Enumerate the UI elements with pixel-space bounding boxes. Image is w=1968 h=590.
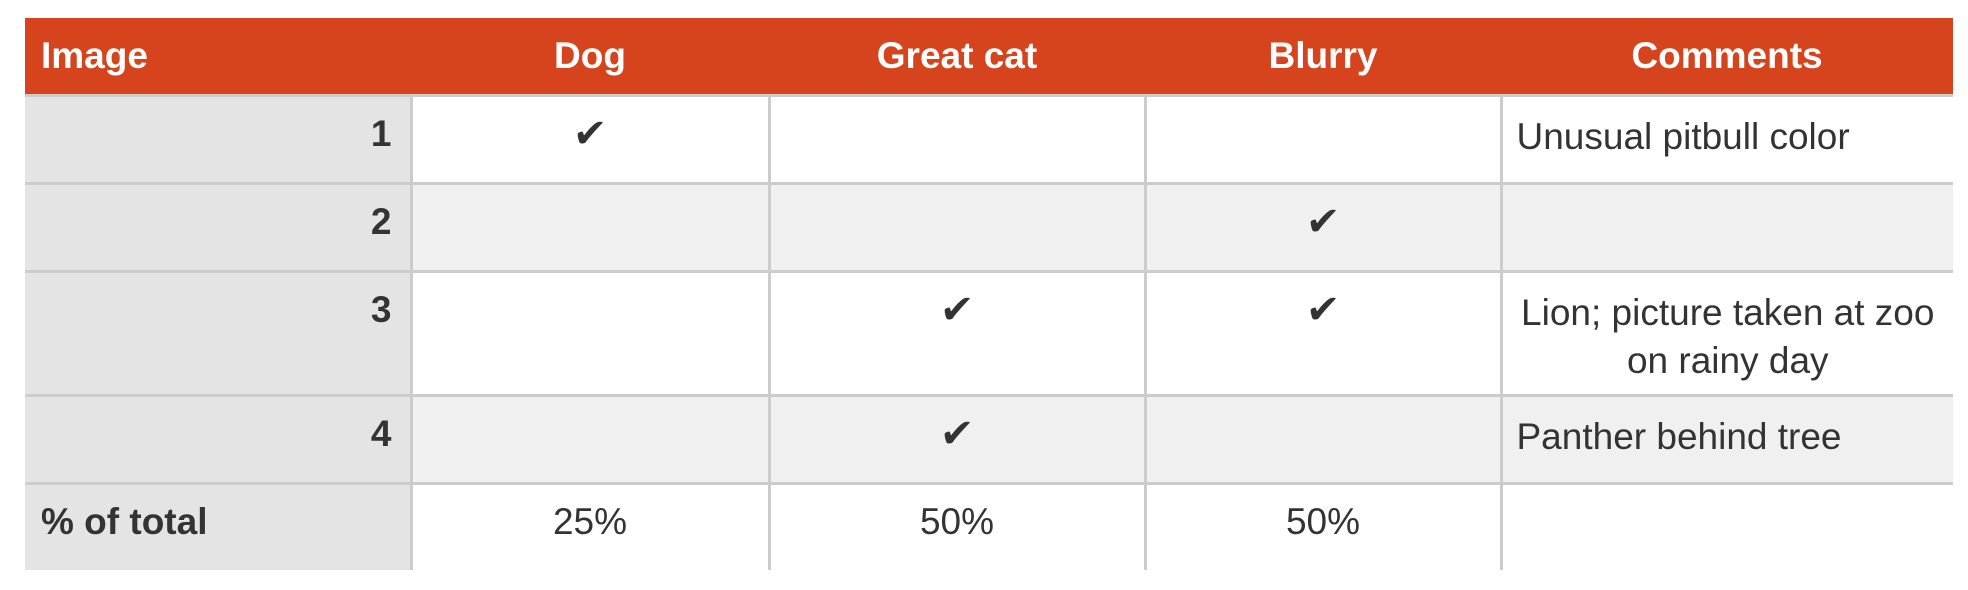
table-row: 4 ✔ Panther behind tree	[25, 394, 1953, 484]
blurry-cell	[1143, 394, 1501, 484]
dog-cell	[409, 270, 769, 396]
row-label: 2	[25, 182, 411, 272]
checkmark-icon: ✔	[938, 288, 976, 332]
row-label: 4	[25, 394, 411, 484]
comment-cell: Panther behind tree	[1499, 394, 1953, 484]
checkmark-icon: ✔	[1304, 200, 1342, 244]
total-row: % of total 25% 50% 50%	[25, 482, 1953, 570]
blurry-cell: ✔	[1143, 182, 1501, 272]
row-label: 3	[25, 270, 411, 396]
row-label: 1	[25, 94, 411, 184]
checkmark-icon: ✔	[1304, 288, 1342, 332]
column-header-comments: Comments	[1631, 35, 1823, 76]
results-table: Image Dog Great cat Blurry Comments 1 ✔ …	[25, 18, 1953, 570]
great-cat-percent: 50%	[767, 482, 1145, 570]
header-row: Image Dog Great cat Blurry Comments	[25, 18, 1953, 96]
comment-cell: Lion; picture taken at zoo on rainy day	[1499, 270, 1953, 396]
comment-cell	[1499, 482, 1953, 570]
comment-cell: Unusual pitbull color	[1499, 94, 1953, 184]
checkmark-icon: ✔	[571, 112, 609, 156]
blurry-percent: 50%	[1143, 482, 1501, 570]
dog-cell: ✔	[409, 94, 769, 184]
great-cat-cell	[767, 94, 1145, 184]
blurry-cell: ✔	[1143, 270, 1501, 396]
column-header-image: Image	[41, 35, 148, 76]
great-cat-cell: ✔	[767, 270, 1145, 396]
column-header-dog: Dog	[554, 35, 626, 76]
blurry-cell	[1143, 94, 1501, 184]
dog-percent: 25%	[409, 482, 769, 570]
checkmark-icon: ✔	[938, 412, 976, 456]
table-row: 1 ✔ Unusual pitbull color	[25, 94, 1953, 184]
great-cat-cell	[767, 182, 1145, 272]
column-header-blurry: Blurry	[1268, 35, 1378, 76]
total-label: % of total	[25, 482, 411, 570]
dog-cell	[409, 394, 769, 484]
great-cat-cell: ✔	[767, 394, 1145, 484]
table-row: 2 ✔	[25, 182, 1953, 272]
comment-cell	[1499, 182, 1953, 272]
table-row: 3 ✔ ✔ Lion; picture taken at zoo on rain…	[25, 270, 1953, 396]
column-header-great-cat: Great cat	[876, 35, 1038, 76]
dog-cell	[409, 182, 769, 272]
